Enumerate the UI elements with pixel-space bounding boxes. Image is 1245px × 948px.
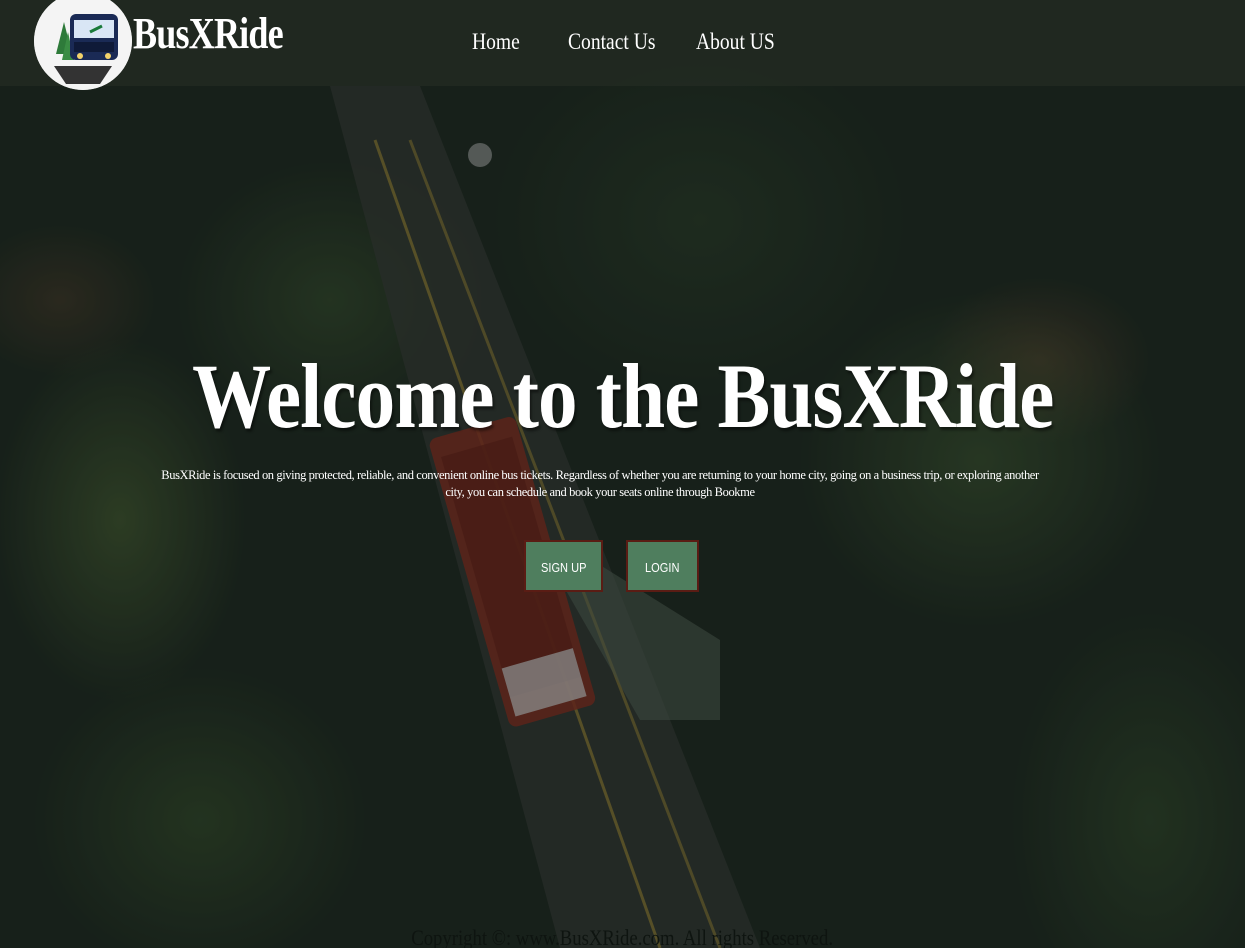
hero-description: BusXRide is focused on giving protected,… — [161, 468, 1039, 499]
nav-menu: Home Contact Us About US — [0, 26, 1245, 58]
hero-title-text: Welcome to the BusXRide — [191, 345, 1054, 447]
signup-button[interactable]: SIGN UP — [524, 540, 603, 592]
signup-button-label: SIGN UP — [540, 560, 587, 575]
nav-about-link[interactable]: About US — [696, 26, 775, 58]
top-navbar: BusXRide Home Contact Us About US — [0, 0, 1245, 90]
nav-contact-link[interactable]: Contact Us — [568, 26, 655, 58]
footer-copyright-text: Copyright ©: www.BusXRide.com. All right… — [411, 925, 834, 948]
nav-home-link[interactable]: Home — [472, 26, 520, 58]
footer-copyright: Copyright ©: www.BusXRide.com. All right… — [0, 924, 1245, 948]
login-button-label: LOGIN — [645, 560, 680, 575]
login-button[interactable]: LOGIN — [626, 540, 699, 592]
hero-title: Welcome to the BusXRide — [0, 350, 1245, 442]
